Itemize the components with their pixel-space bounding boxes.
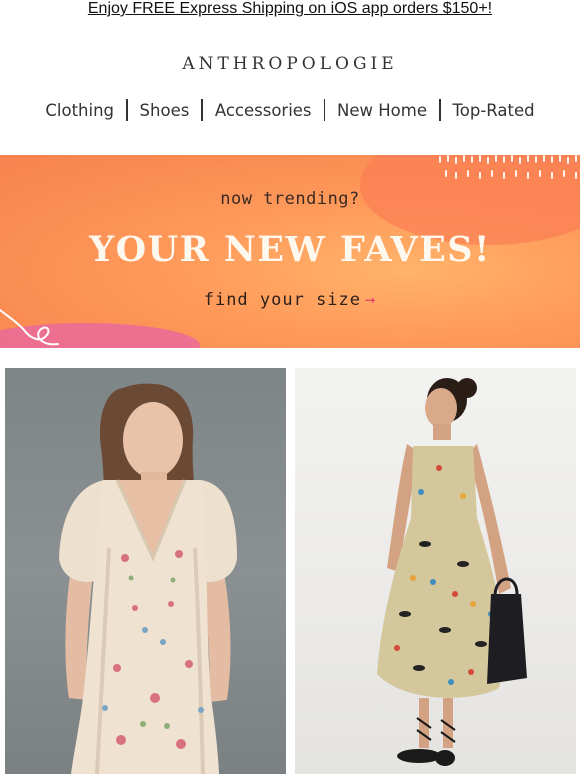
- nav-item-new-home[interactable]: New Home: [325, 101, 439, 120]
- dash-decoration: [439, 155, 577, 179]
- promo-link[interactable]: Enjoy FREE Express Shipping on iOS app o…: [88, 0, 492, 17]
- promo-bar: Enjoy FREE Express Shipping on iOS app o…: [0, 0, 580, 20]
- model-in-embroidered-dress: [59, 383, 237, 774]
- brand-logo[interactable]: ANTHROPOLOGIE: [0, 54, 580, 74]
- hero-eyebrow: now trending?: [220, 189, 360, 209]
- cta-label: find your size: [203, 290, 362, 310]
- nav-item-accessories[interactable]: Accessories: [203, 101, 324, 120]
- model-in-printed-midi-dress: [377, 378, 527, 766]
- arrow-right-icon: →: [365, 290, 377, 310]
- nav-item-clothing[interactable]: Clothing: [33, 101, 126, 120]
- nav-item-shoes[interactable]: Shoes: [128, 101, 202, 120]
- hero-banner[interactable]: now trending? YOUR NEW FAVES! find your …: [0, 155, 580, 348]
- find-your-size-link[interactable]: find your size →: [0, 290, 580, 310]
- category-nav: Clothing Shoes Accessories New Home Top-…: [0, 96, 580, 124]
- product-image-printed-midi-dress[interactable]: [295, 368, 576, 774]
- hero-title: YOUR NEW FAVES!: [89, 229, 491, 270]
- nav-item-top-rated[interactable]: Top-Rated: [441, 101, 547, 120]
- product-image-embroidered-dress[interactable]: [5, 368, 286, 774]
